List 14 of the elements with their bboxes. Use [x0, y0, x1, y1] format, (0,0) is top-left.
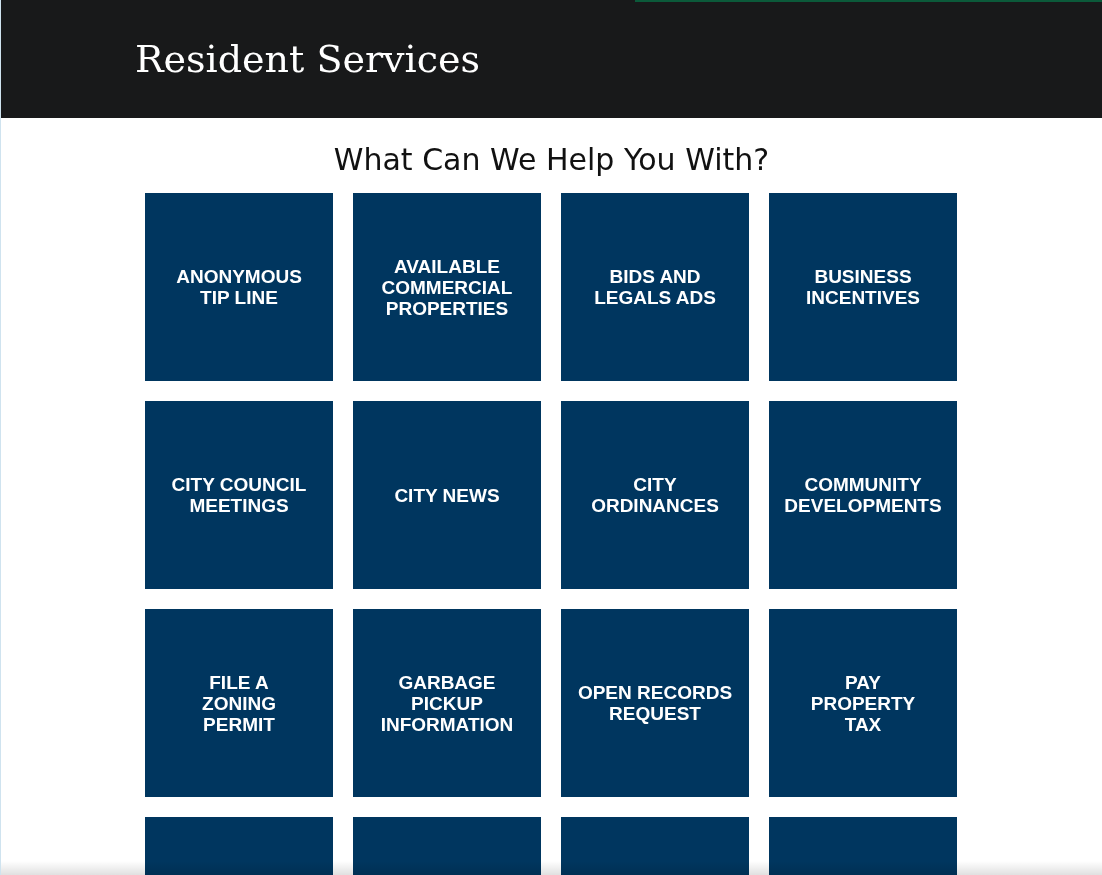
service-tile[interactable]: CITY NEWS	[353, 401, 541, 589]
service-tile[interactable]: AVAILABLE COMMERCIAL PROPERTIES	[353, 193, 541, 381]
service-tile[interactable]: PAY PROPERTY TAX	[769, 609, 957, 797]
service-tile[interactable]: FILE A ZONING PERMIT	[145, 609, 333, 797]
page-title: Resident Services	[135, 37, 480, 81]
service-tile[interactable]: CITY ORDINANCES	[561, 401, 749, 589]
service-tile[interactable]: CITY COUNCIL MEETINGS	[145, 401, 333, 589]
section-heading: What Can We Help You With?	[333, 141, 770, 179]
service-tile[interactable]: BIDS AND LEGALS ADS	[561, 193, 749, 381]
service-tile[interactable]: COMMUNITY DEVELOPMENTS	[769, 401, 957, 589]
service-tile[interactable]: GARBAGE PICKUP INFORMATION	[353, 609, 541, 797]
service-tile[interactable]: ANONYMOUS TIP LINE	[145, 193, 333, 381]
service-tile[interactable]: OPEN RECORDS REQUEST	[561, 609, 749, 797]
service-tile[interactable]: BUSINESS INCENTIVES	[769, 193, 957, 381]
